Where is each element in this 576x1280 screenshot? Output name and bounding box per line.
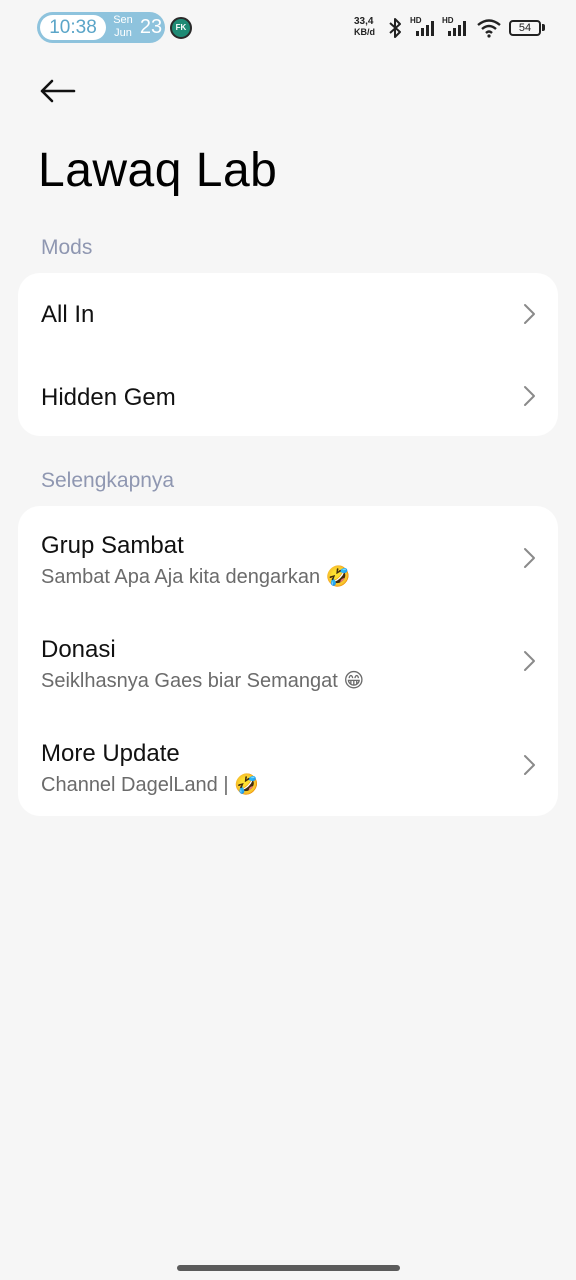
clock-month: Jun <box>114 27 132 39</box>
list-item-title: All In <box>41 301 95 328</box>
chevron-right-icon <box>524 386 535 406</box>
clock-day: Sen <box>113 14 133 26</box>
network-speed: 33,4 KB/d <box>354 16 382 38</box>
network-speed-unit: KB/d <box>354 27 375 37</box>
back-button[interactable] <box>36 72 80 112</box>
section-label-selengkapnya: Selengkapnya <box>41 469 175 492</box>
bluetooth-icon <box>389 18 401 38</box>
network-speed-value: 33,4 <box>354 16 374 27</box>
list-item-subtitle: Seiklhasnya Gaes biar Semangat 😁 <box>41 670 365 692</box>
signal-icon <box>448 21 466 36</box>
mods-card: All In Hidden Gem <box>18 273 558 436</box>
list-item-subtitle: Channel DagelLand | 🤣 <box>41 774 260 796</box>
section-label-mods: Mods <box>41 236 93 259</box>
more-card: Grup Sambat Sambat Apa Aja kita dengarka… <box>18 506 558 816</box>
list-item-title: Grup Sambat <box>41 532 184 559</box>
list-item-more-update[interactable]: More Update Channel DagelLand | 🤣 <box>18 713 558 816</box>
signal-icon <box>416 21 434 36</box>
chevron-right-icon <box>524 304 535 324</box>
list-item-donasi[interactable]: Donasi Seiklhasnya Gaes biar Semangat 😁 <box>18 609 558 713</box>
chevron-right-icon <box>524 548 535 568</box>
list-item-title: More Update <box>41 740 180 767</box>
arrow-left-icon <box>40 79 76 103</box>
list-item-grup-sambat[interactable]: Grup Sambat Sambat Apa Aja kita dengarka… <box>18 506 558 609</box>
list-item-all-in[interactable]: All In <box>18 273 558 355</box>
status-bar: 10:38 Sen Jun 23 FK 33,4 KB/d HD HD 54 <box>0 0 576 56</box>
chevron-right-icon <box>524 651 535 671</box>
list-item-title: Donasi <box>41 636 116 663</box>
wifi-icon <box>477 19 501 38</box>
app-notification-icon: FK <box>170 17 192 39</box>
clock-date: 23 <box>139 16 163 38</box>
home-indicator[interactable] <box>177 1265 400 1271</box>
clock-time: 10:38 <box>40 15 106 40</box>
chevron-right-icon <box>524 755 535 775</box>
clock-widget: 10:38 Sen Jun 23 <box>37 12 165 43</box>
page-title: Lawaq Lab <box>38 144 278 197</box>
battery-tip <box>542 24 545 31</box>
list-item-subtitle: Sambat Apa Aja kita dengarkan 🤣 <box>41 566 351 588</box>
list-item-title: Hidden Gem <box>41 384 176 411</box>
list-item-hidden-gem[interactable]: Hidden Gem <box>18 355 558 436</box>
battery-icon: 54 <box>509 20 541 36</box>
